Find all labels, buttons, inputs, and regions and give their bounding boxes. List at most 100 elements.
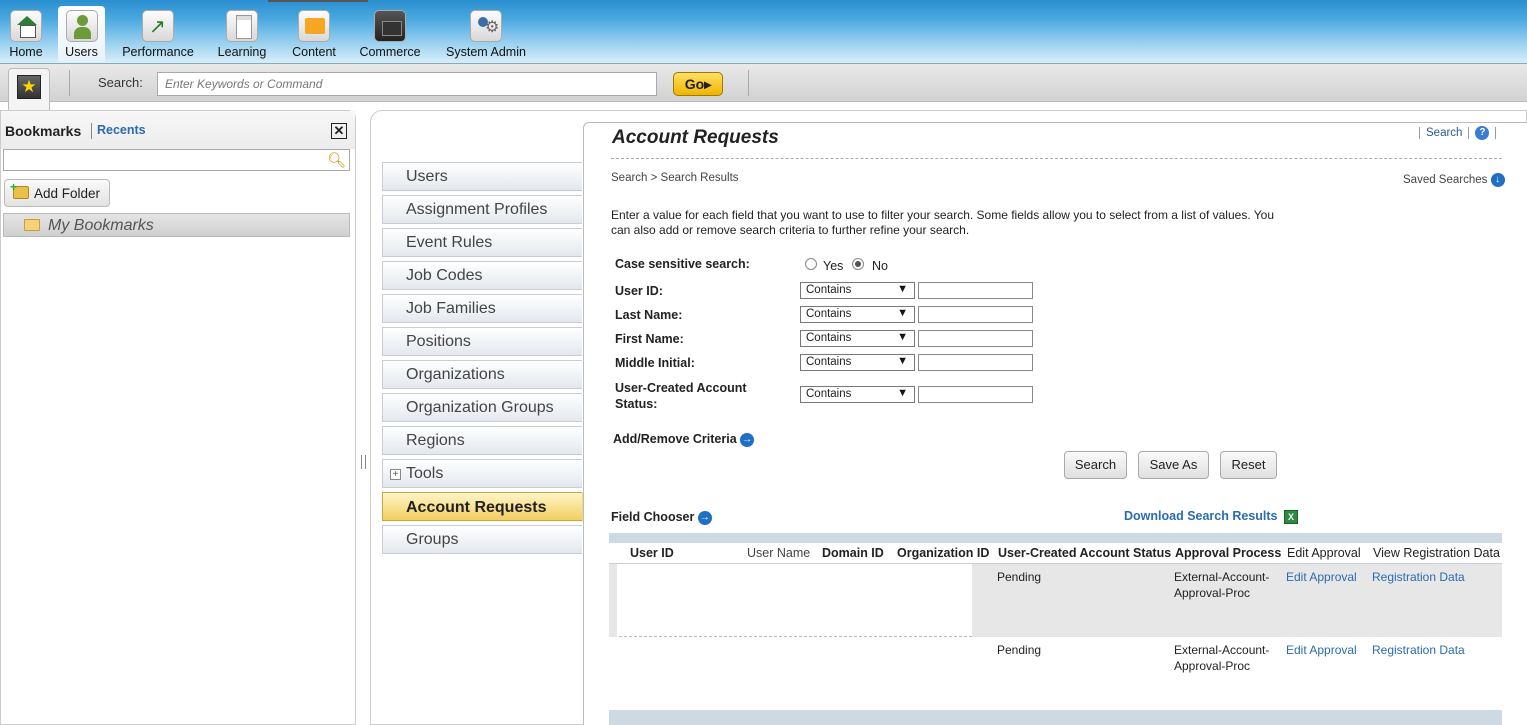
- registration-data-link[interactable]: Registration Data: [1372, 569, 1465, 585]
- approval-process-line: External-Account-: [1174, 643, 1270, 657]
- go-button[interactable]: Go▸: [673, 72, 723, 96]
- menu-item-positions[interactable]: Positions: [382, 327, 582, 356]
- column-header[interactable]: Organization ID: [897, 546, 989, 560]
- menu-item-tools[interactable]: + Tools: [382, 459, 582, 488]
- menu-item-assignment-profiles[interactable]: Assignment Profiles: [382, 195, 582, 224]
- menu-item-job-codes[interactable]: Job Codes: [382, 261, 582, 290]
- nav-home[interactable]: Home: [4, 6, 48, 62]
- nav-commerce[interactable]: Commerce: [356, 6, 424, 62]
- column-header[interactable]: Approval Process: [1175, 546, 1281, 560]
- first-name-operator-select[interactable]: Contains ▼: [800, 330, 915, 347]
- user-id-operator-select[interactable]: Contains ▼: [800, 282, 915, 299]
- user-id-field[interactable]: [918, 282, 1033, 299]
- nav-users[interactable]: Users: [58, 6, 105, 62]
- page-title: Account Requests: [612, 127, 779, 148]
- last-name-field[interactable]: [918, 306, 1033, 323]
- menu-item-users[interactable]: Users: [382, 162, 582, 191]
- bookmarks-panel: Bookmarks Recents ✕ 🔍︎ Add Folder My Boo…: [0, 110, 356, 725]
- first-name-field[interactable]: [918, 330, 1033, 347]
- folder-icon: [24, 219, 40, 231]
- home-icon: [10, 10, 42, 42]
- divider: [611, 158, 1502, 159]
- my-bookmarks-label: My Bookmarks: [48, 217, 154, 234]
- middle-initial-label: Middle Initial:: [615, 356, 695, 370]
- middle-initial-operator-select[interactable]: Contains ▼: [800, 354, 915, 371]
- case-sensitive-yes-radio[interactable]: [805, 258, 817, 270]
- account-status-operator-select[interactable]: Contains ▼: [800, 386, 915, 403]
- select-value: Contains: [806, 308, 852, 320]
- search-input[interactable]: [157, 72, 657, 96]
- edit-approval-link[interactable]: Edit Approval: [1286, 569, 1357, 585]
- column-header[interactable]: User ID: [630, 546, 674, 560]
- nav-learning[interactable]: Learning: [214, 6, 270, 62]
- add-remove-criteria-link[interactable]: Add/Remove Criteria →: [613, 432, 755, 447]
- download-results-link[interactable]: Download Search Results X: [1124, 509, 1298, 524]
- panel-resize-handle[interactable]: [361, 455, 366, 469]
- bookmarks-tab[interactable]: ★: [8, 68, 50, 114]
- column-header: Edit Approval: [1287, 546, 1361, 560]
- nav-content[interactable]: Content: [287, 6, 341, 62]
- search-button[interactable]: Search: [1064, 451, 1127, 479]
- close-icon[interactable]: ✕: [331, 123, 347, 139]
- last-name-operator-select[interactable]: Contains ▼: [800, 306, 915, 323]
- account-status-field[interactable]: [918, 386, 1033, 403]
- account-status-label: User-Created Account Status:: [615, 381, 747, 411]
- select-value: Contains: [806, 356, 852, 368]
- registration-data-link[interactable]: Registration Data: [1372, 642, 1465, 658]
- nav-system-admin[interactable]: System Admin: [442, 6, 530, 62]
- dropdown-arrow-icon: ▼: [897, 307, 908, 319]
- system-admin-icon: [470, 10, 502, 42]
- tab-strip: [268, 0, 368, 2]
- bookmarks-search-input[interactable]: 🔍︎: [3, 149, 350, 171]
- save-as-button[interactable]: Save As: [1138, 451, 1209, 479]
- approval-process-cell: External-Account- Approval-Proc: [1174, 642, 1269, 674]
- divider: [1495, 127, 1497, 139]
- nav-label: System Admin: [446, 45, 526, 59]
- menu-item-job-families[interactable]: Job Families: [382, 294, 582, 323]
- user-id-label: User ID:: [615, 284, 663, 298]
- column-header[interactable]: User Name: [747, 546, 810, 560]
- field-chooser-link[interactable]: Field Chooser →: [611, 510, 712, 525]
- star-icon[interactable]: ★: [17, 75, 41, 99]
- select-value: Contains: [806, 332, 852, 344]
- menu-item-organizations[interactable]: Organizations: [382, 360, 582, 389]
- nav-performance[interactable]: Performance: [118, 6, 198, 62]
- expand-icon[interactable]: +: [390, 469, 401, 480]
- dropdown-arrow-icon: ▼: [897, 387, 908, 399]
- help-icon[interactable]: ?: [1475, 126, 1490, 140]
- saved-searches-link[interactable]: Saved Searches ↓: [1403, 173, 1505, 187]
- approval-process-line: Approval-Proc: [1174, 659, 1251, 673]
- last-name-label: Last Name:: [615, 308, 683, 322]
- recents-tab[interactable]: Recents: [97, 123, 146, 137]
- table-header: User ID User Name Domain ID Organization…: [609, 543, 1502, 564]
- search-link[interactable]: Search: [1426, 127, 1462, 139]
- menu-item-account-requests[interactable]: Account Requests: [382, 492, 595, 522]
- field-chooser-label: Field Chooser: [611, 510, 695, 524]
- top-navigation-bar: Home Users Performance Learning Content …: [0, 0, 1527, 64]
- reset-button[interactable]: Reset: [1220, 451, 1277, 479]
- menu-item-organization-groups[interactable]: Organization Groups: [382, 393, 582, 422]
- bookmarks-title[interactable]: Bookmarks: [5, 123, 81, 139]
- page-toolbar: Search?: [1413, 126, 1502, 140]
- first-name-label: First Name:: [615, 332, 684, 346]
- edit-approval-link[interactable]: Edit Approval: [1286, 642, 1357, 658]
- column-header[interactable]: User-Created Account Status: [998, 546, 1171, 560]
- nav-label: Commerce: [359, 45, 421, 59]
- arrow-right-icon: →: [740, 432, 755, 447]
- my-bookmarks-folder[interactable]: My Bookmarks: [3, 213, 350, 237]
- case-sensitive-no-radio[interactable]: [852, 258, 864, 270]
- excel-icon: X: [1284, 509, 1298, 524]
- menu-item-groups[interactable]: Groups: [382, 525, 582, 554]
- table-row: Pending External-Account- Approval-Proc E…: [609, 637, 1502, 710]
- dropdown-arrow-icon: ▼: [897, 331, 908, 343]
- middle-initial-field[interactable]: [918, 354, 1033, 371]
- menu-item-regions[interactable]: Regions: [382, 426, 582, 455]
- column-header[interactable]: Domain ID: [822, 546, 884, 560]
- search-icon[interactable]: 🔍︎: [327, 151, 346, 169]
- nav-label: Learning: [217, 45, 267, 59]
- approval-process-cell: External-Account- Approval-Proc: [1174, 569, 1269, 601]
- add-folder-button[interactable]: Add Folder: [4, 179, 110, 207]
- commerce-icon: [374, 10, 406, 42]
- saved-searches-label: Saved Searches: [1403, 174, 1488, 187]
- menu-item-event-rules[interactable]: Event Rules: [382, 228, 582, 257]
